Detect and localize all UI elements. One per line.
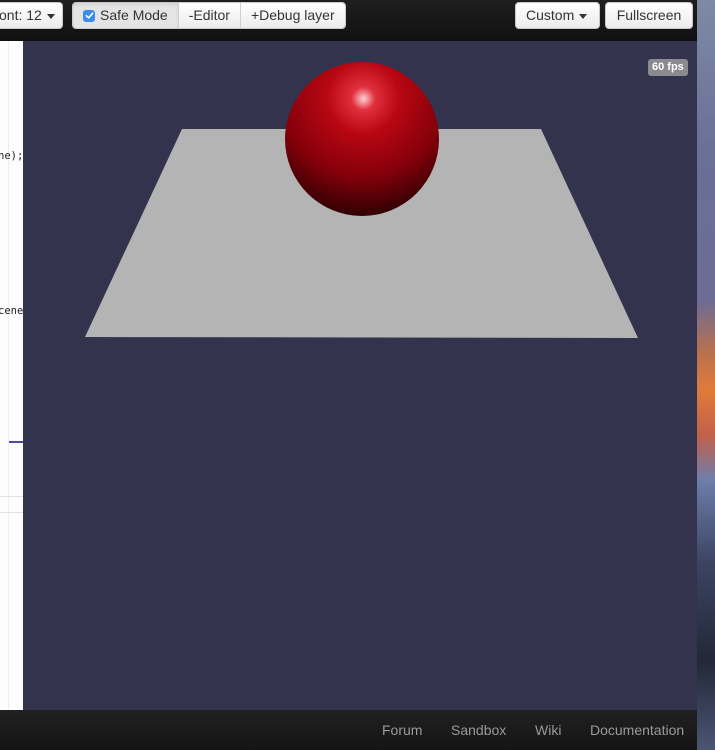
custom-dropdown[interactable]: Custom — [515, 2, 600, 29]
code-line: cene — [0, 305, 24, 317]
fps-counter: 60 fps — [648, 59, 688, 76]
code-editor[interactable]: ne); cene — [0, 41, 24, 710]
scene-svg — [85, 62, 638, 338]
caret-down-icon — [46, 13, 55, 19]
footer-link-wiki[interactable]: Wiki — [535, 722, 561, 738]
font-size-label: ont: 12 — [0, 7, 42, 23]
editor-gutter-line — [8, 41, 9, 710]
safe-mode-label: Safe Mode — [100, 7, 168, 23]
desktop-wallpaper — [697, 0, 715, 750]
footer-link-documentation[interactable]: Documentation — [590, 722, 684, 738]
editor-divider — [0, 512, 23, 513]
font-size-dropdown[interactable]: ont: 12 — [0, 2, 63, 29]
caret-down-icon — [579, 13, 588, 19]
red-sphere — [285, 62, 439, 216]
debug-layer-button[interactable]: +Debug layer — [240, 3, 345, 28]
editor-toggle-button[interactable]: -Editor — [178, 3, 241, 28]
mode-button-group: Safe Mode -Editor +Debug layer — [72, 2, 346, 29]
safe-mode-toggle[interactable]: Safe Mode — [73, 3, 179, 28]
render-canvas[interactable]: 60 fps — [23, 41, 697, 710]
checkbox-checked-icon[interactable] — [83, 9, 95, 22]
footer-link-sandbox[interactable]: Sandbox — [451, 722, 506, 738]
editor-divider — [0, 496, 23, 497]
footer-bar: Forum Sandbox Wiki Documentation — [0, 710, 697, 750]
editor-cursor-line — [9, 441, 23, 443]
code-line: ne); — [0, 150, 24, 162]
custom-label: Custom — [526, 7, 575, 23]
fullscreen-button[interactable]: Fullscreen — [605, 2, 693, 29]
footer-link-forum[interactable]: Forum — [382, 722, 422, 738]
top-navbar: ont: 12 Safe Mode -Editor +Debug layer C… — [0, 0, 697, 41]
